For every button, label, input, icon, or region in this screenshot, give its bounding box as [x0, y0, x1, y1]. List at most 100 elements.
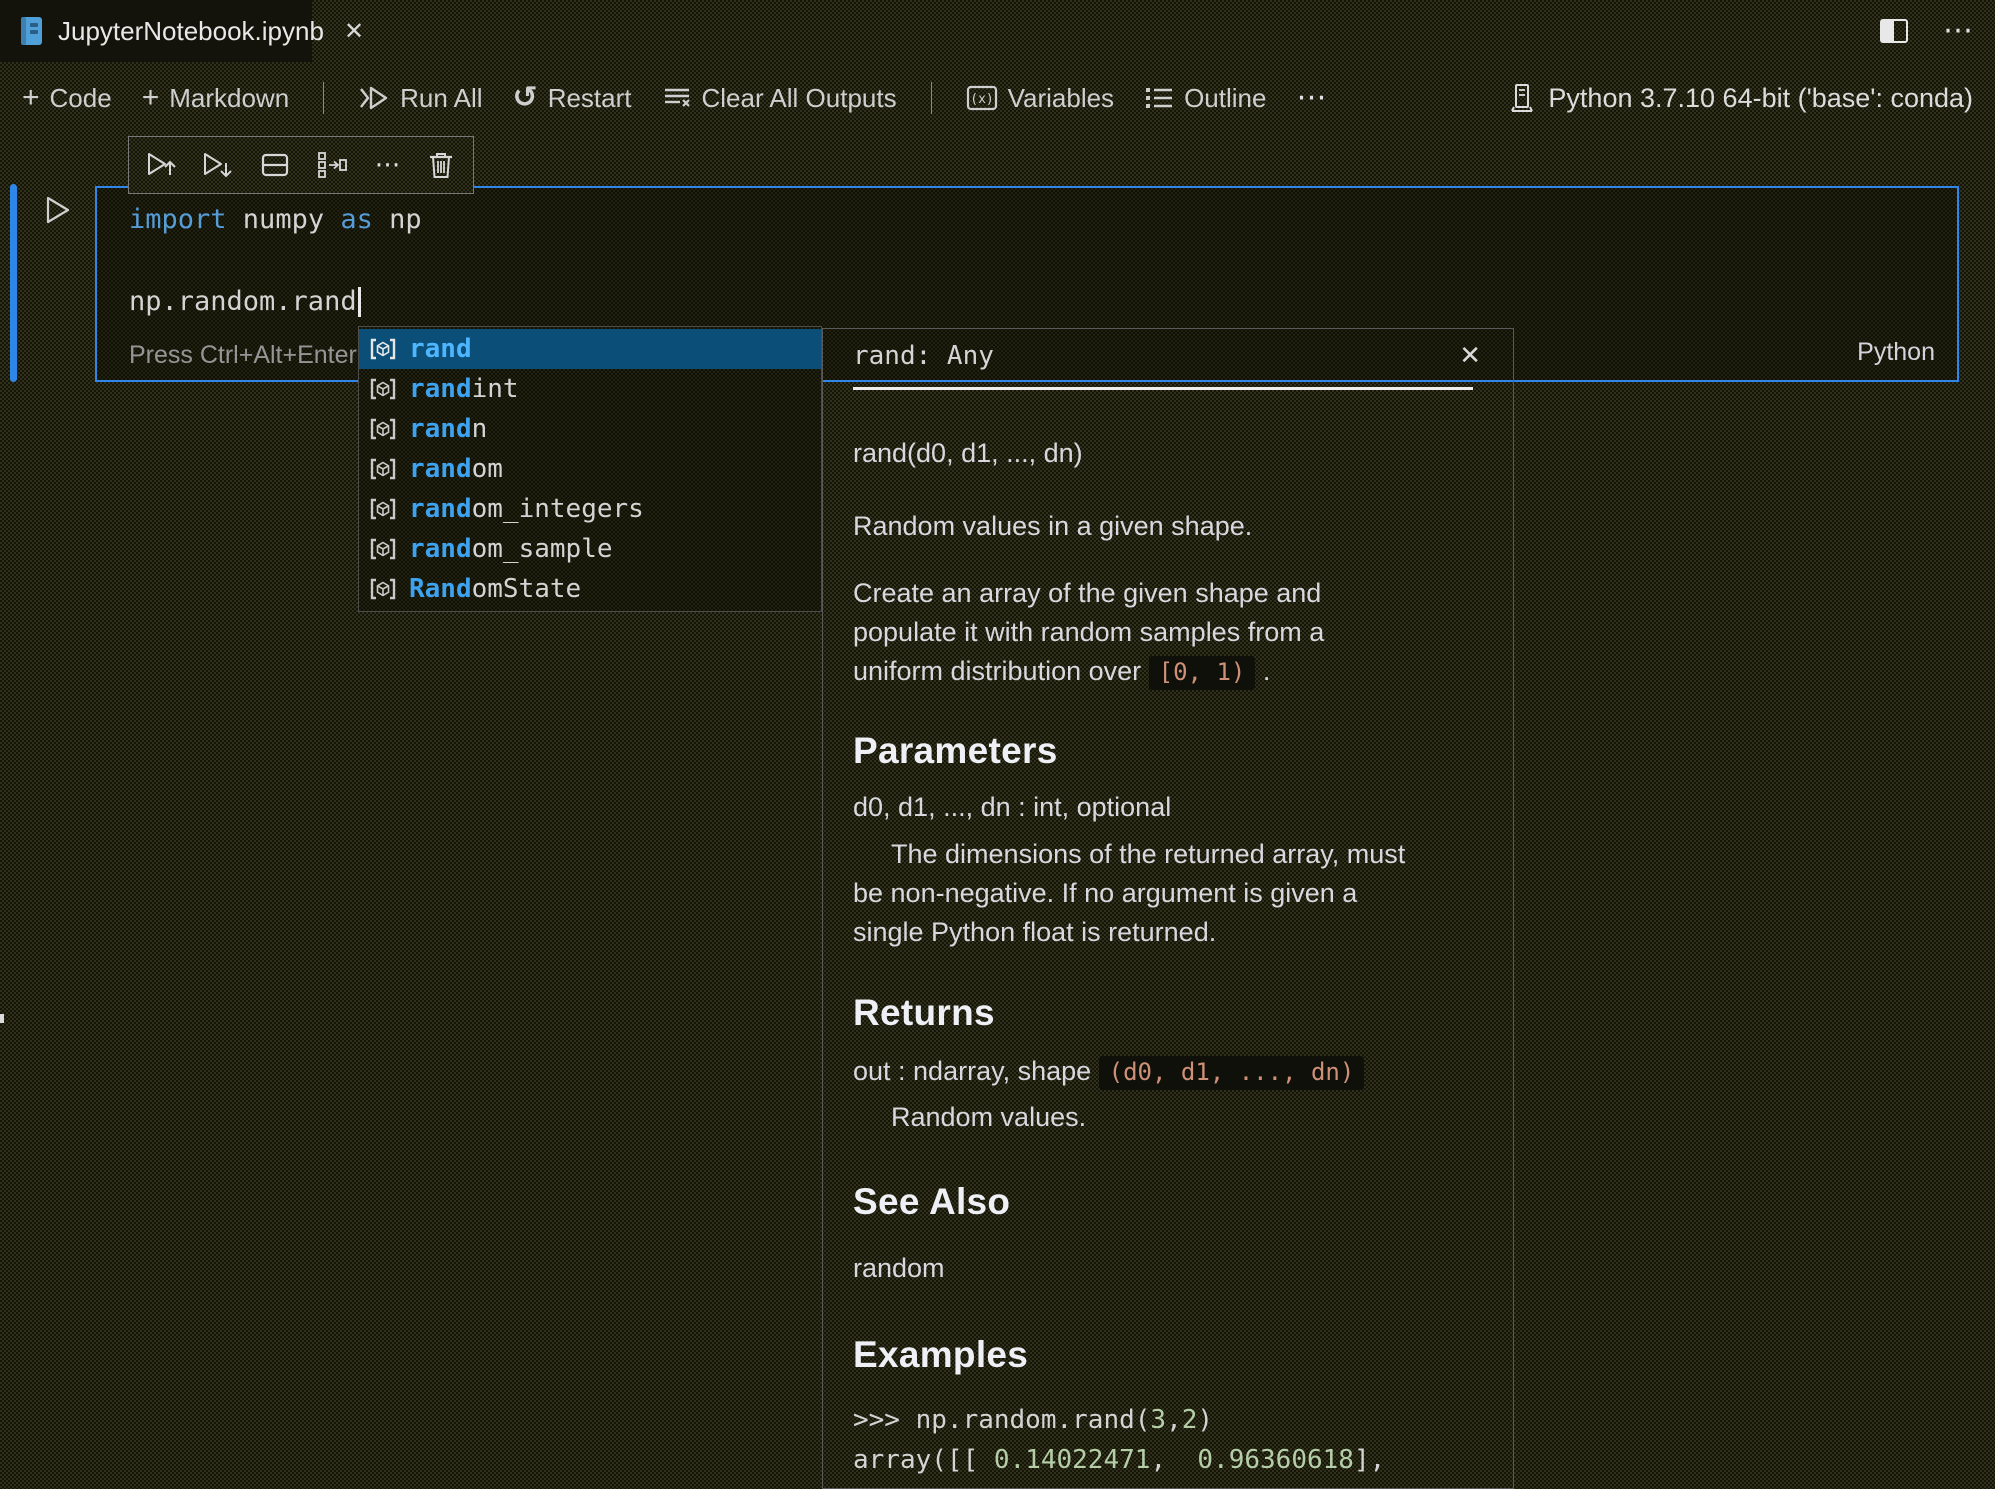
trash-icon	[429, 153, 452, 178]
inline-code: [0, 1)	[1148, 656, 1256, 690]
left-edge-marker	[0, 1014, 4, 1023]
cell-run-hint: Press Ctrl+Alt+Enter	[129, 341, 357, 369]
play-icon	[46, 196, 70, 224]
kernel-label: Python 3.7.10 64-bit ('base': conda)	[1548, 82, 1973, 113]
signature: rand(d0, d1, ..., dn)	[853, 438, 1083, 468]
example-output-line: array([[ 0.14022471, 0.96360618],	[853, 1445, 1386, 1475]
tab-title: JupyterNotebook.ipynb	[58, 15, 324, 46]
run-all-button[interactable]: Run All	[358, 82, 483, 114]
hover-title: rand: Any	[853, 341, 994, 371]
split-cell-button[interactable]	[260, 151, 290, 179]
split-editor-icon[interactable]	[1879, 18, 1909, 44]
identifier-np: np	[372, 204, 422, 235]
run-above-icon	[148, 153, 176, 175]
hover-header: rand: Any ✕	[853, 341, 1483, 371]
clear-outputs-label: Clear All Outputs	[701, 82, 897, 113]
variables-label: Variables	[1007, 82, 1115, 113]
symbol-icon	[369, 457, 397, 481]
add-markdown-button[interactable]: + Markdown	[142, 83, 289, 114]
suggest-item-random[interactable]: random	[359, 449, 821, 489]
parameters-definition: The dimensions of the returned array, mu…	[853, 839, 1406, 947]
run-all-label: Run All	[400, 82, 483, 113]
cursor-caret	[357, 287, 361, 317]
run-cell-button[interactable]	[44, 194, 72, 226]
see-also-heading: See Also	[853, 1181, 1011, 1222]
more-actions-icon[interactable]: ⋯	[1943, 16, 1973, 46]
toolbar-separator	[930, 82, 932, 114]
parameters-term: d0, d1, ..., dn : int, optional	[853, 792, 1172, 822]
add-code-label: Code	[49, 82, 112, 113]
vscode-notebook-window: { "window": { "tab_title": "JupyterNoteb…	[0, 0, 1995, 1489]
symbol-icon	[369, 577, 397, 601]
toolbar-separator	[323, 82, 325, 114]
kernel-picker[interactable]: Python 3.7.10 64-bit ('base': conda)	[1508, 82, 1973, 114]
returns-term: out : ndarray, shape (d0, d1, ..., dn)	[853, 1052, 1483, 1092]
split-cell-icon	[261, 153, 288, 177]
outline-icon	[1144, 84, 1174, 112]
plus-icon: +	[141, 81, 160, 114]
run-cell-and-below-button[interactable]	[203, 151, 233, 179]
restart-icon: ↺	[512, 80, 538, 115]
variables-icon: (x)	[966, 84, 998, 112]
symbol-icon	[369, 417, 397, 441]
add-markdown-label: Markdown	[169, 82, 290, 113]
cell-more-actions-button[interactable]: ⋯	[375, 152, 401, 178]
editor-actions: ⋯	[1879, 16, 1973, 46]
symbol-icon	[369, 337, 397, 361]
outline-label: Outline	[1184, 82, 1267, 113]
cell-focus-bar	[10, 184, 17, 382]
tab-jupyter-notebook[interactable]: JupyterNotebook.ipynb ✕	[0, 0, 364, 62]
cell-toolbar: ⋯	[128, 136, 474, 194]
summary: Random values in a given shape.	[853, 511, 1253, 541]
kernel-icon	[1508, 82, 1536, 114]
symbol-icon	[369, 377, 397, 401]
toolbar-more-button[interactable]: ⋯	[1296, 83, 1326, 113]
suggest-item-randn[interactable]: randn	[359, 409, 821, 449]
run-below-icon	[204, 153, 233, 178]
convert-cell-button[interactable]	[316, 151, 348, 179]
description: Create an array of the given shape and p…	[853, 574, 1483, 692]
run-all-icon	[358, 84, 390, 112]
notebook-toolbar: + Code + Markdown Run All ↺ Restart Clea…	[0, 62, 1995, 134]
parameters-heading: Parameters	[853, 730, 1058, 771]
symbol-icon	[369, 537, 397, 561]
language-indicator[interactable]: Python	[1857, 338, 1935, 367]
hover-doc-panel: rand: Any ✕ rand(d0, d1, ..., dn) Random…	[822, 328, 1514, 1489]
inline-code: (d0, d1, ..., dn)	[1098, 1056, 1365, 1090]
hover-separator	[853, 387, 1473, 390]
suggest-item-randomstate[interactable]: RandomState	[359, 569, 821, 609]
keyword-as: as	[340, 204, 373, 235]
add-code-button[interactable]: + Code	[22, 83, 112, 114]
more-icon: ⋯	[1296, 80, 1327, 115]
plus-icon: +	[22, 81, 40, 114]
restart-label: Restart	[547, 82, 632, 113]
returns-heading: Returns	[853, 992, 995, 1033]
keyword-import: import	[129, 204, 227, 235]
suggest-item-random-integers[interactable]: random_integers	[359, 489, 821, 529]
convert-cell-icon	[318, 152, 348, 178]
variables-button[interactable]: (x) Variables	[966, 83, 1114, 114]
clear-all-outputs-button[interactable]: Clear All Outputs	[662, 83, 897, 114]
run-cells-above-button[interactable]	[147, 151, 177, 179]
restart-button[interactable]: ↺ Restart	[513, 83, 632, 114]
see-also-text: random	[853, 1253, 945, 1283]
suggest-widget: rand randint randn random random_integer…	[358, 326, 822, 612]
example-input-line: >>> np.random.rand(3,2)	[853, 1405, 1214, 1435]
symbol-icon	[369, 497, 397, 521]
svg-text:(x): (x)	[970, 92, 993, 107]
suggest-item-random-sample[interactable]: random_sample	[359, 529, 821, 569]
tab-close-icon[interactable]: ✕	[344, 17, 364, 45]
typed-text: np.random.rand	[129, 286, 357, 317]
delete-cell-button[interactable]	[427, 150, 455, 180]
suggest-item-randint[interactable]: randint	[359, 369, 821, 409]
suggest-item-rand[interactable]: rand	[359, 329, 821, 369]
code-line-3: np.random.rand	[129, 286, 361, 317]
clear-outputs-icon	[662, 84, 692, 112]
returns-definition: Random values.	[891, 1102, 1087, 1132]
hover-close-icon[interactable]: ✕	[1459, 341, 1481, 371]
notebook-file-icon	[18, 15, 44, 47]
examples-heading: Examples	[853, 1334, 1029, 1375]
outline-button[interactable]: Outline	[1144, 83, 1266, 114]
code-line-1: import numpy as np	[129, 204, 422, 235]
tab-bar: JupyterNotebook.ipynb ✕ ⋯	[0, 0, 1995, 62]
